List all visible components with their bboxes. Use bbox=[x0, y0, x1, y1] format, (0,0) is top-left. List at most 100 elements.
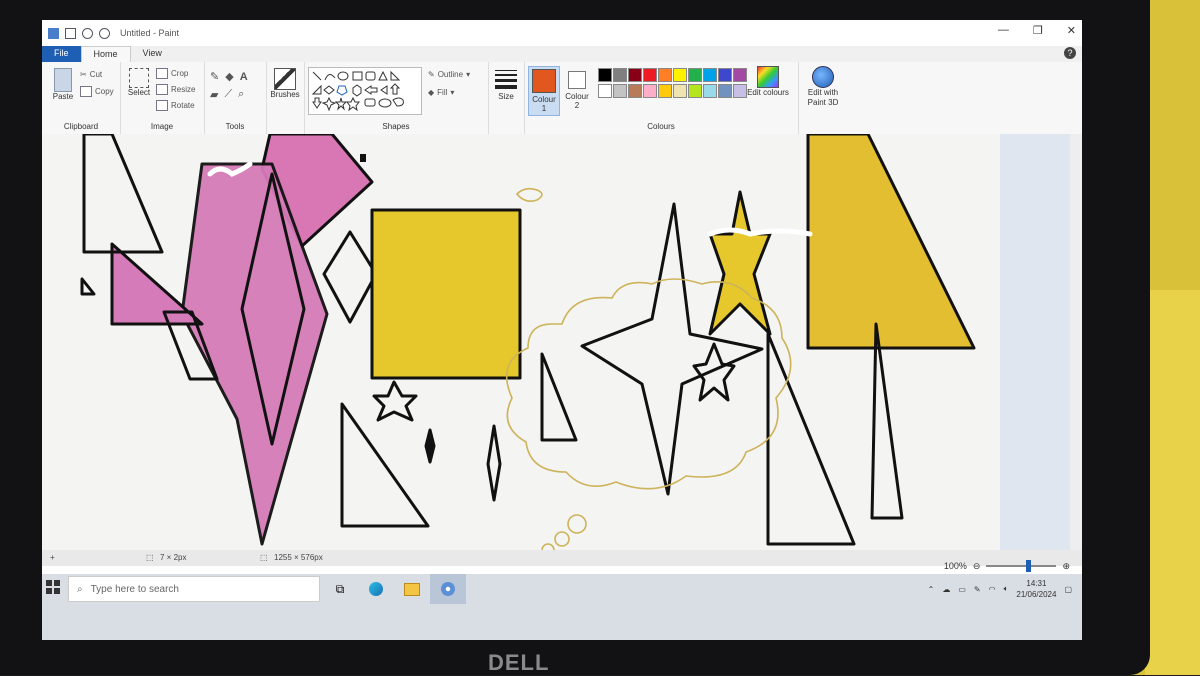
white-diamond bbox=[322, 230, 378, 324]
chevron-down-icon: ▾ bbox=[466, 70, 471, 79]
chevron-up-icon[interactable]: ⌃ bbox=[928, 585, 935, 594]
palette-swatch[interactable] bbox=[613, 84, 627, 98]
rotate-button[interactable]: Rotate bbox=[156, 100, 195, 111]
brushes-button[interactable]: Brushes bbox=[270, 68, 300, 99]
battery-icon[interactable]: ▭ bbox=[958, 585, 966, 594]
palette-swatch[interactable] bbox=[703, 68, 717, 82]
redo-icon[interactable] bbox=[99, 27, 110, 39]
eraser-icon[interactable]: ▰ bbox=[210, 88, 218, 101]
resize-button[interactable]: Resize bbox=[156, 84, 195, 95]
palette-swatch[interactable] bbox=[598, 68, 612, 82]
file-explorer-icon[interactable] bbox=[394, 574, 430, 604]
clipboard-group: Paste ✂ Cut Copy Clipboard bbox=[42, 62, 121, 134]
tools-group: ✎ ◆ A ▰ ⟋ ⌕ Tools bbox=[204, 62, 267, 134]
edit-with-paint3d-button[interactable]: Edit with Paint 3D bbox=[800, 66, 846, 108]
copy-icon bbox=[80, 86, 92, 97]
tools-label: Tools bbox=[225, 122, 245, 131]
tab-home[interactable]: Home bbox=[80, 46, 131, 62]
palette-swatch[interactable] bbox=[658, 84, 672, 98]
chevron-down-icon: ▾ bbox=[450, 88, 455, 97]
zoom-slider[interactable] bbox=[986, 560, 1057, 572]
minimize-button[interactable]: — bbox=[998, 24, 1009, 37]
colour2-button[interactable]: Colour 2 bbox=[562, 66, 592, 114]
thin-lens-1 bbox=[424, 428, 436, 464]
palette-swatch[interactable] bbox=[643, 68, 657, 82]
colour1-button[interactable]: Colour 1 bbox=[528, 66, 560, 116]
palette-swatch[interactable] bbox=[718, 68, 732, 82]
palette-swatch[interactable] bbox=[658, 68, 672, 82]
task-view-icon[interactable]: ⧉ bbox=[322, 574, 358, 604]
taskbar-search[interactable]: ⌕ Type here to search bbox=[68, 576, 320, 602]
tab-file[interactable]: File bbox=[42, 46, 81, 62]
small-star-right bbox=[692, 342, 736, 402]
palette-swatch[interactable] bbox=[733, 68, 747, 82]
help-icon[interactable]: ? bbox=[1064, 47, 1076, 59]
notifications-icon[interactable]: ▢ bbox=[1064, 585, 1072, 594]
zoom-slider-thumb[interactable] bbox=[1026, 560, 1032, 572]
pen-icon[interactable]: ✎ bbox=[974, 585, 981, 594]
palette-swatch[interactable] bbox=[613, 68, 627, 82]
palette-swatch[interactable] bbox=[628, 84, 642, 98]
text-icon[interactable]: A bbox=[240, 71, 248, 83]
tab-view[interactable]: View bbox=[131, 46, 174, 62]
shapes-label: Shapes bbox=[382, 122, 410, 131]
add-icon[interactable]: + bbox=[50, 553, 55, 562]
palette-swatch[interactable] bbox=[598, 84, 612, 98]
crop-button[interactable]: Crop bbox=[156, 68, 188, 79]
select-icon bbox=[129, 68, 149, 88]
speaker-icon[interactable]: 🔈︎ bbox=[1004, 584, 1009, 594]
zoom-level: 100% bbox=[943, 561, 967, 571]
colour1-swatch bbox=[532, 69, 556, 93]
palette-swatch[interactable] bbox=[688, 84, 702, 98]
yellow-star bbox=[708, 190, 772, 336]
brush-icon bbox=[274, 68, 296, 90]
thin-lens-2 bbox=[486, 424, 502, 502]
palette-swatch[interactable] bbox=[703, 84, 717, 98]
undo-icon[interactable] bbox=[82, 27, 93, 39]
select-button[interactable]: Select bbox=[124, 68, 154, 97]
edit-colours-button[interactable]: Edit colours bbox=[746, 66, 790, 98]
cut-button[interactable]: ✂ Cut bbox=[80, 70, 102, 79]
shapes-gallery[interactable] bbox=[308, 67, 422, 115]
paint-taskbar-icon[interactable] bbox=[430, 574, 466, 604]
close-button[interactable]: ✕ bbox=[1067, 24, 1076, 37]
yellow-triangle-large bbox=[806, 132, 976, 350]
palette-swatch[interactable] bbox=[643, 84, 657, 98]
clock[interactable]: 14:31 21/06/2024 bbox=[1016, 578, 1056, 600]
save-icon[interactable] bbox=[65, 27, 76, 39]
vertical-scrollbar[interactable] bbox=[1070, 134, 1082, 554]
canvas-workspace bbox=[42, 132, 1082, 560]
selection-size-icon: ⬚ bbox=[146, 553, 154, 562]
palette-swatch[interactable] bbox=[628, 68, 642, 82]
color-picker-icon[interactable]: ⟋ bbox=[224, 88, 232, 101]
windows-start-icon[interactable] bbox=[46, 580, 60, 594]
maximize-button[interactable]: ❐ bbox=[1033, 24, 1043, 37]
zoom-in-icon[interactable]: ⊕ bbox=[1062, 561, 1070, 572]
palette-swatch[interactable] bbox=[673, 68, 687, 82]
paste-button[interactable]: Paste bbox=[50, 68, 76, 101]
small-triangle bbox=[80, 277, 96, 296]
edge-icon[interactable] bbox=[358, 574, 394, 604]
resize-icon bbox=[156, 84, 168, 95]
palette-swatch[interactable] bbox=[688, 68, 702, 82]
drawing-canvas[interactable] bbox=[42, 132, 1000, 560]
pencil-icon[interactable]: ✎ bbox=[210, 70, 219, 83]
size-button[interactable]: Size bbox=[492, 68, 520, 101]
copy-button[interactable]: Copy bbox=[80, 86, 114, 97]
image-size: 1255 × 576px bbox=[274, 553, 323, 562]
outline-dropdown[interactable]: ✎ Outline ▾ bbox=[428, 70, 470, 79]
fill-dropdown[interactable]: ◆ Fill ▾ bbox=[428, 88, 454, 97]
onedrive-icon[interactable]: ☁ bbox=[942, 585, 950, 594]
zoom-out-icon[interactable]: ⊖ bbox=[973, 561, 981, 572]
taskbar-row: ⌕ Type here to search ⧉ ⌃ ☁ ▭ ✎ ◠ 🔈︎ 14:… bbox=[42, 574, 1082, 604]
wifi-icon[interactable]: ◠ bbox=[989, 585, 996, 594]
ribbon: Paste ✂ Cut Copy Clipboard Select Crop Re… bbox=[42, 62, 1082, 135]
palette-swatch[interactable] bbox=[673, 84, 687, 98]
paste-icon bbox=[54, 68, 72, 92]
palette-swatch[interactable] bbox=[718, 84, 732, 98]
image-group: Select Crop Resize Rotate Image bbox=[120, 62, 205, 134]
palette-swatch[interactable] bbox=[733, 84, 747, 98]
magnifier-icon[interactable]: ⌕ bbox=[238, 88, 244, 101]
paint3d-icon bbox=[812, 66, 834, 88]
fill-bucket-icon[interactable]: ◆ bbox=[225, 70, 233, 83]
